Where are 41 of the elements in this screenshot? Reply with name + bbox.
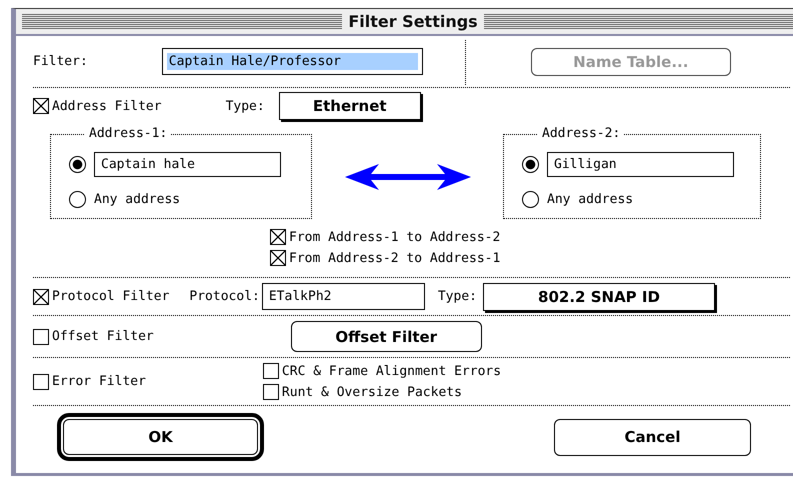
checkbox[interactable] (33, 98, 49, 114)
checkbox[interactable] (33, 374, 49, 390)
protocol-field[interactable]: ETalkPh2 (262, 283, 425, 310)
address-text: Captain hale (100, 156, 196, 172)
checkbox-label: Runt & Oversize Packets (282, 384, 462, 400)
checkbox-label: Error Filter (52, 374, 146, 389)
radio-label: Any address (94, 192, 180, 206)
type-label: Type: (438, 289, 477, 304)
checkbox[interactable] (262, 363, 279, 379)
protocol-label: Protocol: (189, 289, 260, 304)
cancel-button[interactable]: Cancel (554, 418, 751, 456)
radio-button[interactable] (522, 156, 539, 172)
radio-button[interactable] (69, 190, 86, 208)
checkbox-label: From Address-1 to Address-2 (289, 230, 500, 244)
checkbox[interactable] (270, 229, 286, 245)
checkbox-label: Protocol Filter (52, 289, 170, 304)
double-arrow-icon (345, 164, 471, 190)
address-text: Gilligan (553, 156, 618, 172)
address-field[interactable]: Gilligan (547, 152, 734, 176)
checkbox-label: Address Filter (52, 98, 162, 114)
ok-button[interactable]: OK (57, 413, 264, 461)
address-field[interactable]: Captain hale (94, 152, 281, 176)
checkbox-label: From Address-2 to Address-1 (289, 250, 500, 266)
address-type-popup[interactable]: Ethernet (278, 92, 421, 120)
protocol-type-popup[interactable]: 802.2 SNAP ID (483, 282, 715, 310)
type-label: Type: (226, 98, 265, 114)
checkbox[interactable] (270, 250, 286, 266)
checkbox[interactable] (33, 288, 49, 304)
filter-name-text: Captain Hale/Professor (166, 53, 418, 70)
radio-button[interactable] (69, 156, 86, 172)
window-title: Filter Settings (348, 12, 478, 31)
radio-button[interactable] (522, 190, 539, 208)
protocol-text: ETalkPh2 (268, 288, 332, 305)
filter-label: Filter: (33, 54, 88, 69)
checkbox-label: CRC & Frame Alignment Errors (282, 364, 502, 378)
checkbox[interactable] (33, 328, 49, 344)
filter-name-field[interactable]: Captain Hale/Professor (162, 48, 423, 75)
checkbox[interactable] (262, 384, 279, 400)
offset-filter-button[interactable]: Offset Filter (290, 321, 482, 352)
checkbox-label: Offset Filter (52, 329, 154, 344)
radio-label: Any address (547, 192, 634, 206)
